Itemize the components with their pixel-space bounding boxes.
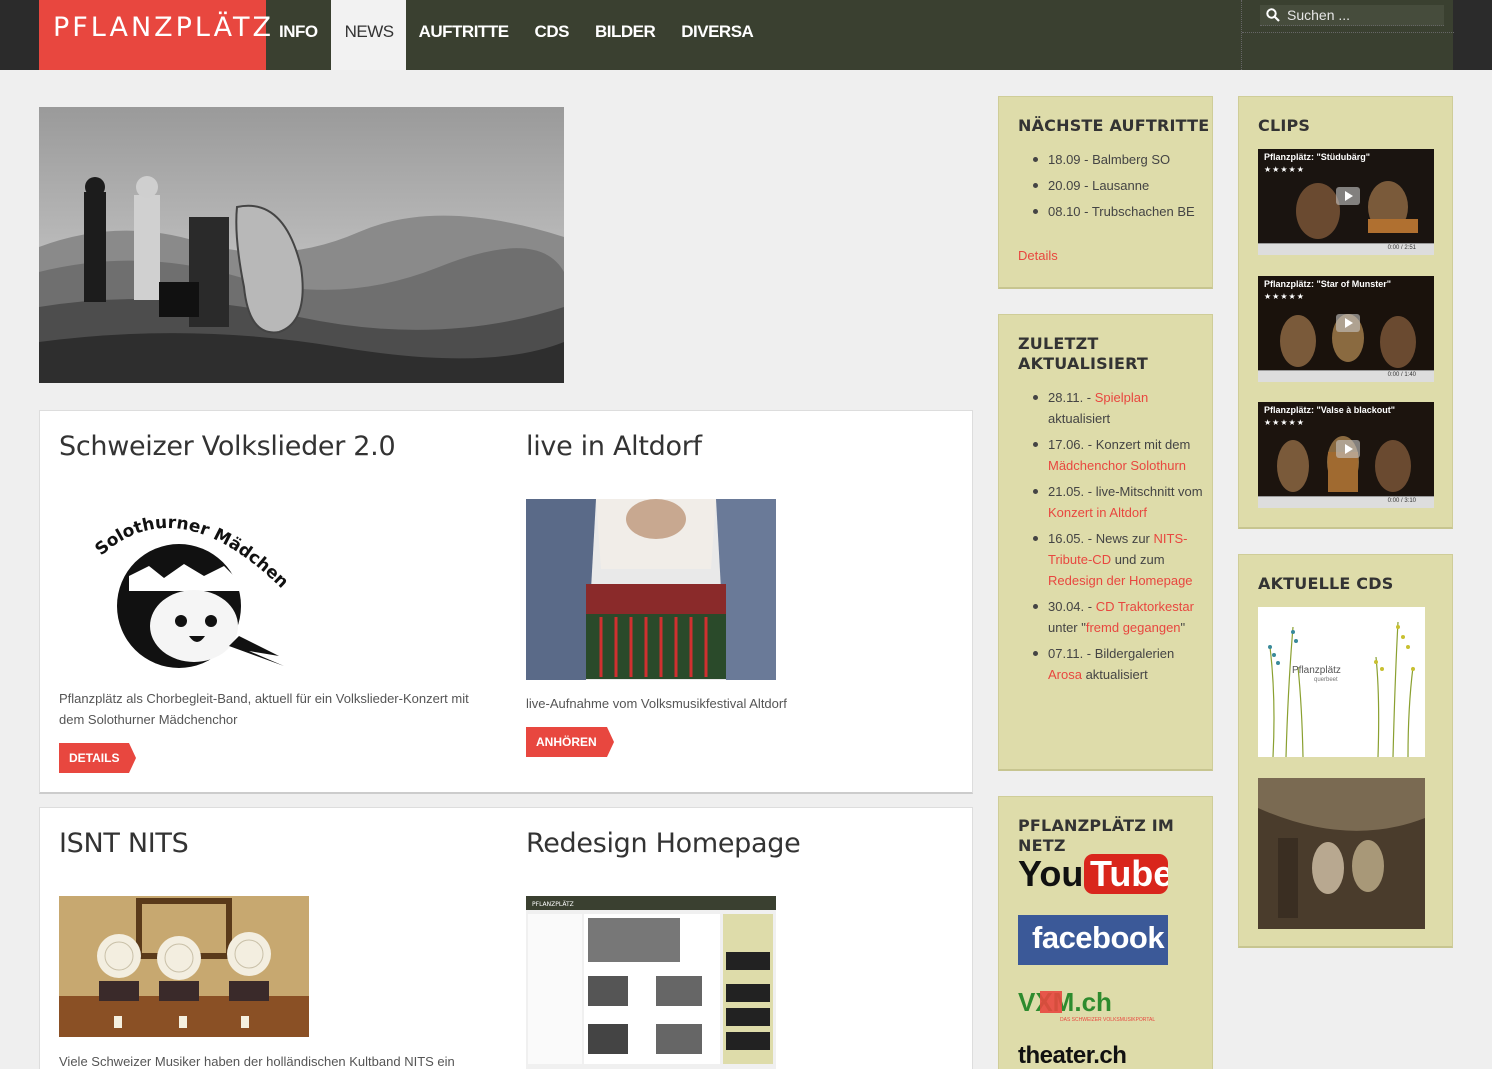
widget-title: NÄCHSTE AUFTRITTE: [1018, 116, 1210, 135]
update-link[interactable]: Arosa: [1048, 667, 1082, 682]
choir-logo: Solothurner Mädchenchor: [89, 496, 292, 668]
post-altdorf: live in Altdorf live-Aufnahme vom Volksm…: [526, 411, 946, 791]
list-item: 18.09 - Balmberg SO: [1018, 149, 1208, 170]
post-excerpt: Pflanzplätz als Chorbegleit-Band, aktuel…: [59, 691, 469, 727]
cd-cover-second[interactable]: [1258, 778, 1425, 929]
update-link[interactable]: Redesign der Homepage: [1048, 573, 1193, 588]
widget-title: CLIPS: [1258, 116, 1311, 135]
nav-info[interactable]: INFO: [266, 0, 331, 70]
widget-title: PFLANZPLÄTZ IM NETZ: [1018, 816, 1175, 855]
list-item: 21.05. - live-Mitschnitt vom Konzert in …: [1018, 481, 1210, 523]
hero-image: [39, 107, 564, 383]
play-icon[interactable]: [1336, 440, 1360, 458]
post-title[interactable]: Redesign Homepage: [526, 828, 801, 859]
clip-title: Pflanzplätz: "Valse à blackout": [1264, 405, 1396, 415]
video-controls[interactable]: 0:00 / 1:40: [1258, 370, 1434, 382]
post-isnt-nits: ISNT NITS Viele Schweizer Musiker haben …: [59, 808, 499, 1069]
update-link[interactable]: Mädchenchor Solothurn: [1048, 458, 1186, 473]
widget-social: PFLANZPLÄTZ IM NETZ You Tube facebook VX…: [998, 796, 1213, 1069]
video-clip[interactable]: Pflanzplätz: "Star of Munster" ★★★★★ 0:0…: [1258, 276, 1434, 382]
homepage-screenshot-image[interactable]: PFLANZPLÄTZ: [526, 896, 776, 1069]
gigs-details-link[interactable]: Details: [1018, 248, 1058, 263]
nav-diversa[interactable]: DIVERSA: [668, 0, 766, 70]
update-link[interactable]: Spielplan: [1095, 390, 1149, 405]
gig-list: 18.09 - Balmberg SO 20.09 - Lausanne 08.…: [1018, 149, 1208, 227]
widget-recently-updated: ZULETZT AKTUALISIERT 28.11. - Spielplan …: [998, 314, 1213, 771]
details-button[interactable]: DETAILS: [59, 743, 137, 773]
video-clip[interactable]: Pflanzplätz: "Valse à blackout" ★★★★★ 0:…: [1258, 402, 1434, 508]
list-item: 17.06. - Konzert mit dem Mädchenchor Sol…: [1018, 434, 1210, 476]
clip-time: 0:00 / 2:51: [1387, 245, 1416, 251]
svg-text:VXM.ch: VXM.ch: [1018, 987, 1112, 1017]
post-title[interactable]: live in Altdorf: [526, 431, 702, 462]
nav-news[interactable]: NEWS: [330, 0, 406, 70]
main-nav: INFO NEWS AUFTRITTE CDS BILDER DIVERSA: [266, 0, 766, 70]
cd-title: Pflanzplätz: [1292, 665, 1341, 676]
rating-stars: ★★★★★: [1264, 418, 1305, 427]
update-link[interactable]: CD Traktorkestar: [1096, 599, 1194, 614]
list-item: 16.05. - News zur NITS-Tribute-CD und zu…: [1018, 528, 1210, 591]
clip-time: 0:00 / 3:10: [1387, 498, 1416, 504]
search-box: [1260, 5, 1444, 26]
list-item: 20.09 - Lausanne: [1018, 175, 1208, 196]
rating-stars: ★★★★★: [1264, 165, 1305, 174]
post-title[interactable]: ISNT NITS: [59, 828, 189, 859]
svg-text:Tube: Tube: [1090, 853, 1168, 894]
update-link[interactable]: fremd gegangen: [1086, 620, 1181, 635]
search-area: [1241, 0, 1454, 70]
post-row-2: ISNT NITS Viele Schweizer Musiker haben …: [39, 807, 973, 1069]
screenshot-logo-text: PFLANZPLÄTZ: [532, 901, 574, 908]
facebook-logo[interactable]: facebook: [1018, 915, 1168, 965]
clip-title: Pflanzplätz: "Star of Munster": [1264, 279, 1392, 289]
search-icon[interactable]: [1266, 8, 1280, 22]
theater-logo[interactable]: theater.ch: [1018, 1042, 1127, 1069]
rating-stars: ★★★★★: [1264, 292, 1305, 301]
post-volkslieder: Schweizer Volkslieder 2.0 Solothurner Mä…: [59, 411, 499, 791]
listen-button[interactable]: ANHÖREN: [526, 727, 614, 757]
post-redesign: Redesign Homepage PFLANZPLÄTZ: [526, 808, 946, 1069]
nav-auftritte[interactable]: AUFTRITTE: [406, 0, 522, 70]
video-clip[interactable]: Pflanzplätz: "Stüdubärg" ★★★★★ 0:00 / 2:…: [1258, 149, 1434, 255]
widget-title: AKTUELLE CDS: [1258, 574, 1394, 593]
nav-bilder[interactable]: BILDER: [582, 0, 668, 70]
youtube-logo[interactable]: You Tube: [1018, 852, 1173, 896]
vxm-logo[interactable]: VXM.ch DAS SCHWEIZER VOLKSMUSIKPORTAL: [1018, 987, 1178, 1027]
divider: [1242, 32, 1454, 33]
svg-text:You: You: [1018, 853, 1083, 894]
choir-logo-image[interactable]: Solothurner Mädchenchor: [89, 496, 299, 676]
cd-subtitle: querbeet: [1314, 677, 1338, 683]
play-icon[interactable]: [1336, 314, 1360, 332]
post-excerpt: Viele Schweizer Musiker haben der hollän…: [59, 1054, 455, 1069]
post-row-1: Schweizer Volkslieder 2.0 Solothurner Mä…: [39, 410, 973, 794]
widget-current-cds: AKTUELLE CDS Pflanzplätz querbeet: [1238, 554, 1453, 948]
site-logo[interactable]: PFLANZPLÄTZ: [39, 0, 271, 70]
post-title[interactable]: Schweizer Volkslieder 2.0: [59, 431, 396, 462]
accordion-player-image[interactable]: [526, 499, 776, 680]
clip-time: 0:00 / 1:40: [1387, 372, 1416, 378]
widget-next-gigs: NÄCHSTE AUFTRITTE 18.09 - Balmberg SO 20…: [998, 96, 1213, 289]
video-controls[interactable]: 0:00 / 2:51: [1258, 243, 1434, 255]
video-controls[interactable]: 0:00 / 3:10: [1258, 496, 1434, 508]
update-link[interactable]: Konzert in Altdorf: [1048, 505, 1147, 520]
clip-title: Pflanzplätz: "Stüdubärg": [1264, 152, 1371, 162]
search-input[interactable]: [1287, 6, 1437, 24]
cd-cover-querbeet[interactable]: Pflanzplätz querbeet: [1258, 607, 1425, 758]
nav-cds[interactable]: CDS: [522, 0, 582, 70]
list-item: 08.10 - Trubschachen BE: [1018, 201, 1208, 222]
list-item: 28.11. - Spielplan aktualisiert: [1018, 387, 1210, 429]
list-item: 07.11. - Bildergalerien Arosa aktualisie…: [1018, 643, 1210, 685]
list-item: 30.04. - CD Traktorkestar unter "fremd g…: [1018, 596, 1210, 638]
post-excerpt: live-Aufnahme vom Volksmusikfestival Alt…: [526, 696, 787, 711]
svg-text:DAS SCHWEIZER VOLKSMUSIKPORTAL: DAS SCHWEIZER VOLKSMUSIKPORTAL: [1060, 1017, 1155, 1023]
update-list: 28.11. - Spielplan aktualisiert 17.06. -…: [1018, 387, 1210, 690]
widget-clips: CLIPS Pflanzplätz: "Stüdubärg" ★★★★★ 0:0…: [1238, 96, 1453, 529]
play-icon[interactable]: [1336, 187, 1360, 205]
widget-title: ZULETZT AKTUALISIERT: [1018, 334, 1149, 373]
nits-cover-image[interactable]: [59, 896, 309, 1037]
